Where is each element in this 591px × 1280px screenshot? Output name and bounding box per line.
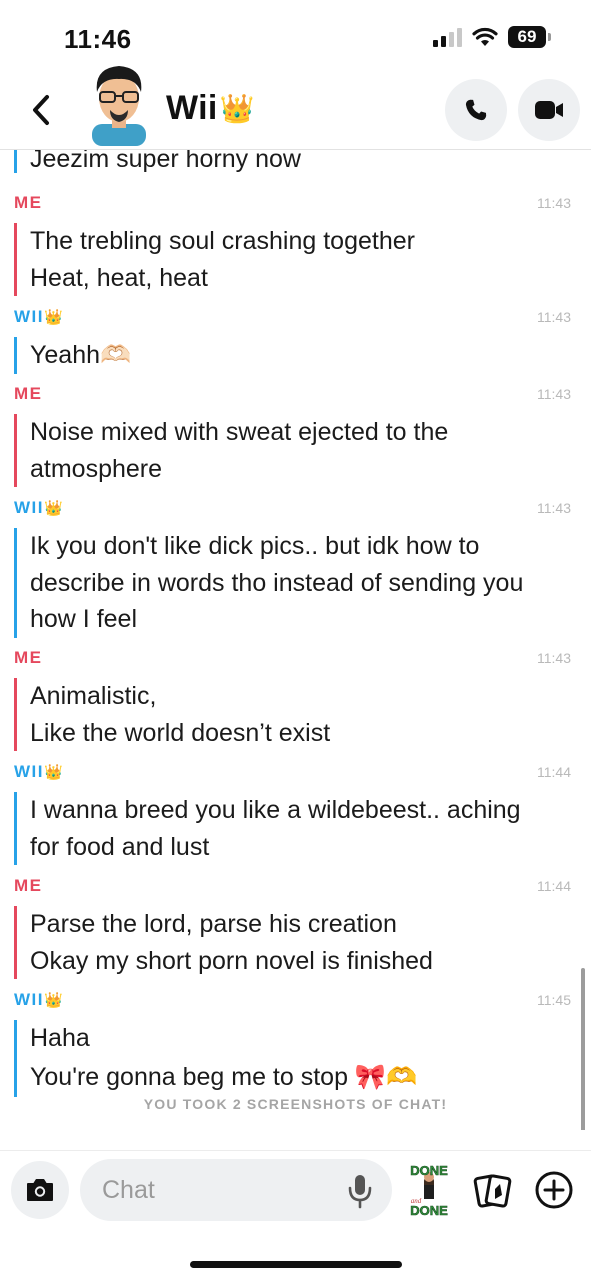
message-line: Heat, heat, heat: [30, 263, 208, 292]
battery-icon: 69: [508, 26, 551, 48]
chat-header: Wii 👑: [0, 66, 591, 150]
video-camera-icon: [535, 101, 563, 119]
avatar[interactable]: [84, 62, 154, 146]
microphone-icon[interactable]: [346, 1173, 374, 1209]
message-line: I wanna breed you like a wildebeest.. ac…: [30, 796, 521, 824]
message-line: Yeahh🫶🏻: [30, 341, 132, 369]
message-list[interactable]: Jeezim super horny now ME 11:43 The treb…: [0, 150, 591, 1130]
crown-emoji: 👑: [44, 764, 65, 781]
message-line: atmosphere: [30, 454, 163, 483]
message-bubble[interactable]: The trebling soul crashing together Heat…: [14, 223, 591, 296]
sender-label: WII 👑: [14, 762, 65, 781]
camera-icon: [27, 1179, 53, 1201]
sender-label: ME: [14, 876, 43, 895]
cellular-signal-icon: [433, 27, 462, 47]
battery-level: 69: [508, 26, 546, 48]
message-time: 11:45: [537, 992, 571, 1008]
message-group: WII 👑 11:43 Yeahh🫶🏻: [0, 307, 591, 374]
message-line: Ik you don't like dick pics.. but idk ho…: [30, 532, 480, 560]
message-line: The trebling soul crashing together: [30, 227, 415, 255]
voice-call-button[interactable]: [445, 79, 507, 141]
phone-icon: [465, 99, 487, 121]
message-line: for food and lust: [30, 832, 210, 861]
message-line: Animalistic,: [30, 682, 157, 710]
message-group: ME 11:43 Animalistic, Like the world doe…: [0, 648, 591, 751]
sender-label: WII 👑: [14, 990, 65, 1009]
message-line: Jeezim super horny now: [30, 150, 301, 173]
screenshot-notice: YOU TOOK 2 SCREENSHOTS OF CHAT!: [143, 1096, 448, 1112]
message-line: You're gonna beg me to stop 🎀🫶: [30, 1062, 418, 1091]
svg-text:DONE: DONE: [410, 1203, 448, 1217]
message-group: ME 11:44 Parse the lord, parse his creat…: [0, 876, 591, 979]
message-line: describe in words tho instead of sending…: [30, 568, 524, 597]
chat-title[interactable]: Wii 👑: [166, 89, 255, 128]
status-time: 11:46: [64, 24, 132, 54]
sender-label: WII 👑: [14, 498, 65, 517]
cards-icon[interactable]: [471, 1171, 513, 1211]
message-group: WII 👑 11:45 Haha You're gonna beg me to s…: [0, 990, 591, 1097]
crown-emoji: 👑: [219, 93, 255, 124]
sender-label: ME: [14, 384, 43, 403]
message-group: ME 11:43 The trebling soul crashing toge…: [0, 193, 591, 296]
video-call-button[interactable]: [518, 79, 580, 141]
message-bubble[interactable]: Yeahh🫶🏻: [14, 337, 591, 374]
camera-button[interactable]: [11, 1161, 69, 1219]
message-line: how I feel: [30, 605, 138, 633]
plus-circle-icon[interactable]: [534, 1170, 574, 1210]
message-line: Parse the lord, parse his creation: [30, 910, 397, 938]
chat-title-text: Wii: [166, 89, 218, 127]
crown-emoji: 👑: [44, 992, 65, 1009]
crown-emoji: 👑: [44, 309, 65, 326]
chat-input-bar: DONE and DONE: [0, 1150, 591, 1230]
message-bubble[interactable]: Noise mixed with sweat ejected to the at…: [14, 414, 591, 487]
message-time: 11:43: [537, 309, 571, 325]
message-bubble[interactable]: I wanna breed you like a wildebeest.. ac…: [14, 792, 591, 865]
svg-text:DONE: DONE: [410, 1163, 448, 1178]
message-line: Noise mixed with sweat ejected to the: [30, 418, 449, 446]
chevron-left-icon: [33, 95, 49, 125]
message-bubble[interactable]: Parse the lord, parse his creation Okay …: [14, 906, 591, 979]
message-time: 11:43: [537, 500, 571, 516]
wifi-icon: [472, 27, 498, 46]
done-and-done-sticker-icon: DONE and DONE: [410, 1163, 448, 1219]
message-time: 11:43: [537, 386, 571, 402]
home-indicator[interactable]: [190, 1261, 402, 1268]
message-group: WII 👑 11:44 I wanna breed you like a wild…: [0, 762, 591, 865]
message-line: Okay my short porn novel is finished: [30, 946, 433, 975]
message-line: Haha: [30, 1024, 90, 1052]
message-time: 11:43: [537, 195, 571, 211]
partial-message: Jeezim super horny now: [0, 150, 591, 173]
message-time: 11:44: [537, 764, 571, 780]
message-bubble[interactable]: Animalistic, Like the world doesn’t exis…: [14, 678, 591, 751]
message-group: ME 11:43 Noise mixed with sweat ejected …: [0, 384, 591, 487]
message-group: WII 👑 11:43 Ik you don't like dick pics..…: [0, 498, 591, 638]
sticker-button[interactable]: DONE and DONE: [404, 1163, 454, 1219]
message-time: 11:44: [537, 878, 571, 894]
sender-label: ME: [14, 648, 43, 667]
sender-label: WII 👑: [14, 307, 65, 326]
sender-label: ME: [14, 193, 43, 212]
scrollbar[interactable]: [581, 968, 585, 1130]
message-bubble[interactable]: Ik you don't like dick pics.. but idk ho…: [14, 528, 591, 638]
back-button[interactable]: [24, 90, 58, 130]
crown-emoji: 👑: [44, 500, 65, 517]
message-time: 11:43: [537, 650, 571, 666]
status-icons: 69: [433, 26, 551, 48]
message-bubble[interactable]: Haha You're gonna beg me to stop 🎀🫶: [14, 1020, 591, 1097]
message-line: Like the world doesn’t exist: [30, 718, 331, 747]
